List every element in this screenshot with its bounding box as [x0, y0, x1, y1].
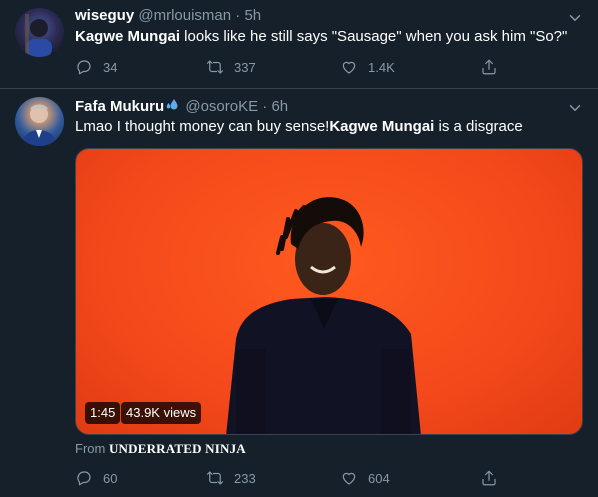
sweat-droplets-icon [166, 99, 178, 110]
reply-count: 60 [103, 470, 118, 486]
share-button[interactable] [480, 56, 508, 78]
tweet-text: Lmao I thought money can buy sense!Kagwe… [75, 117, 523, 137]
tweet-body: looks like he still says "Sausage" when … [180, 28, 568, 45]
tweet-text: Kagwe Mungai looks like he still says "S… [75, 27, 567, 47]
share-icon [482, 59, 496, 75]
reply-icon [77, 60, 91, 75]
retweet-button[interactable]: 337 [206, 56, 256, 78]
share-icon [482, 470, 496, 486]
tweet[interactable]: wiseguy @mrlouisman · 5h Kagwe Mungai lo… [0, 0, 598, 88]
retweet-count: 337 [234, 59, 256, 75]
reply-count: 34 [103, 59, 118, 75]
tweet-header: Fafa Mukuru @osoroKE · 6h [75, 97, 288, 116]
video-thumbnail [226, 197, 421, 434]
handle[interactable]: @osoroKE [185, 98, 258, 115]
timestamp[interactable]: 6h [271, 98, 288, 115]
share-button[interactable] [480, 467, 508, 489]
avatar[interactable] [15, 97, 64, 146]
tweet-header: wiseguy @mrlouisman · 5h [75, 7, 261, 25]
video-duration-badge: 1:45 [85, 402, 121, 424]
separator: · [235, 7, 241, 24]
retweet-count: 233 [234, 470, 256, 486]
reply-button[interactable]: 60 [75, 467, 117, 489]
video-player[interactable] [75, 148, 583, 435]
chevron-down-icon[interactable] [566, 99, 584, 117]
from-label: From [75, 441, 109, 456]
timestamp[interactable]: 5h [244, 7, 261, 24]
retweet-icon [206, 471, 224, 485]
chevron-down-icon[interactable] [566, 9, 584, 27]
reply-icon [77, 471, 91, 486]
tweet-body: Lmao I thought money can buy sense! [75, 118, 330, 135]
display-name[interactable]: Fafa Mukuru [75, 98, 164, 115]
action-bar: 60 233 604 [75, 467, 505, 489]
handle[interactable]: @mrlouisman [138, 7, 231, 24]
avatar[interactable] [15, 8, 64, 57]
from-source-link[interactable]: UNDERRATED NINJA [109, 441, 246, 456]
retweet-button[interactable]: 233 [206, 467, 256, 489]
retweet-icon [206, 60, 224, 74]
like-count: 1.4K [368, 59, 395, 75]
video-views-badge: 43.9K views [121, 402, 202, 424]
mention-link[interactable]: Kagwe Mungai [329, 118, 434, 135]
heart-icon [342, 61, 356, 74]
separator: · [262, 98, 268, 115]
mention-link[interactable]: Kagwe Mungai [75, 28, 180, 45]
like-count: 604 [368, 470, 390, 486]
like-button[interactable]: 1.4K [340, 56, 395, 78]
display-name[interactable]: wiseguy [75, 7, 134, 24]
media-attribution: From UNDERRATED NINJA [75, 441, 246, 457]
reply-button[interactable]: 34 [75, 56, 117, 78]
heart-icon [342, 472, 356, 485]
like-button[interactable]: 604 [340, 467, 390, 489]
action-bar: 34 337 1.4K [75, 56, 505, 78]
tweet-body-end: is a disgrace [434, 118, 523, 135]
